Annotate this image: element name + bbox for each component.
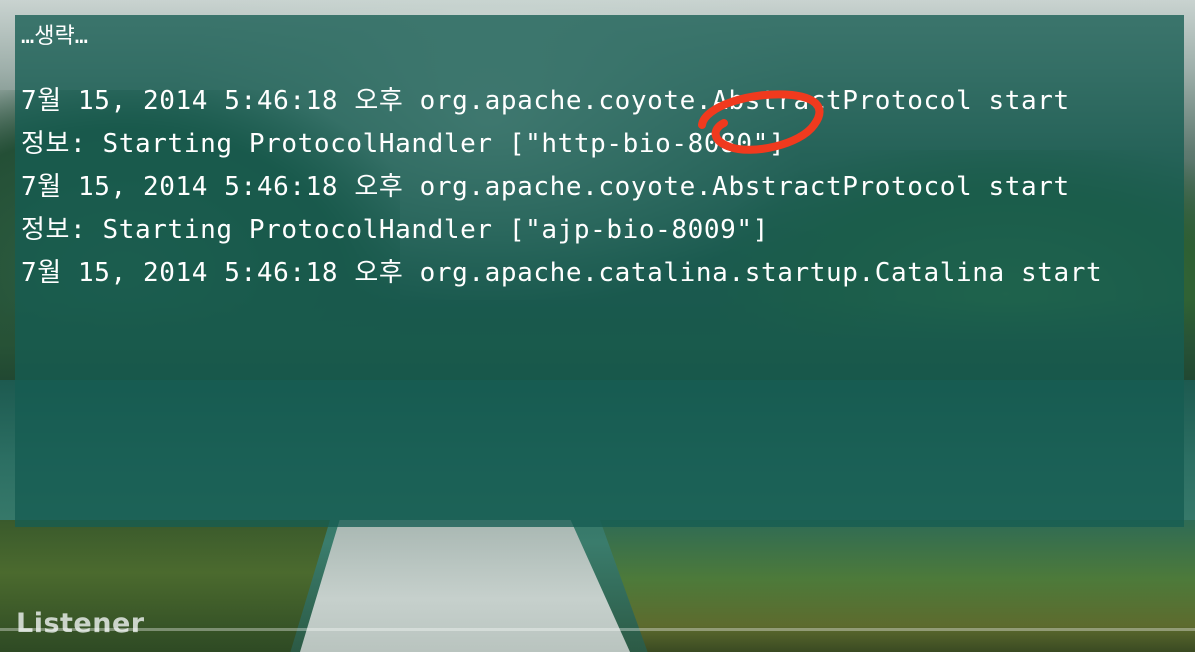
log-line: 정보: Starting ProtocolHandler ["ajp-bio-8… (21, 215, 769, 245)
log-line: 7월 15, 2014 5:46:18 오후 org.apache.coyote… (21, 86, 1070, 116)
channel-watermark: Listener (16, 608, 145, 639)
video-progress-track[interactable] (0, 628, 1195, 631)
console-overlay: …생략… 7월 15, 2014 5:46:18 오후 org.apache.c… (15, 15, 1184, 527)
log-line: 7월 15, 2014 5:46:18 오후 org.apache.coyote… (21, 172, 1070, 202)
console-log: …생략… 7월 15, 2014 5:46:18 오후 org.apache.c… (21, 26, 1103, 295)
log-line: 정보: Starting ProtocolHandler ["http-bio-… (21, 129, 786, 159)
log-line-ellipsis: …생략… (21, 24, 88, 49)
shore-right (600, 520, 1195, 652)
log-line: 7월 15, 2014 5:46:18 오후 org.apache.catali… (21, 258, 1103, 288)
